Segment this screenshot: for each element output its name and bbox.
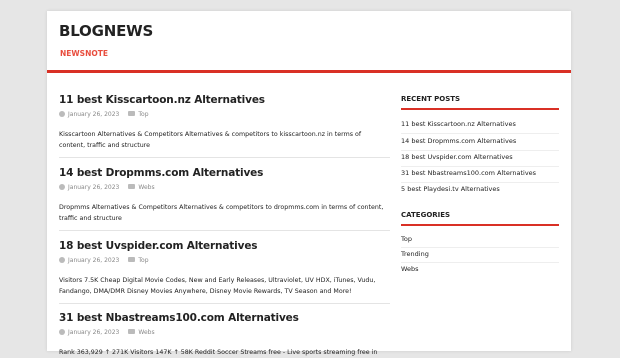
page-container: BLOGNEWS NEWSNOTE 11 best Kisscartoon.nz…	[47, 11, 571, 356]
clock-icon	[59, 110, 65, 117]
site-title[interactable]: BLOGNEWS	[59, 22, 153, 40]
list-separator	[401, 247, 559, 248]
post-date[interactable]: January 26, 2023	[68, 111, 119, 118]
clock-icon	[59, 328, 65, 335]
header-divider	[47, 70, 571, 73]
post-divider	[59, 230, 390, 231]
post-excerpt: Visitors 7.5K Cheap Digital Movie Codes,…	[59, 277, 376, 295]
post-title-link[interactable]: 11 best Kisscartoon.nz Alternatives	[59, 94, 265, 106]
clock-icon	[59, 256, 65, 263]
post-category-link[interactable]: Top	[138, 257, 148, 264]
category-link[interactable]: Top	[401, 235, 412, 243]
post-title-link[interactable]: 14 best Dropmms.com Alternatives	[59, 167, 263, 179]
category-link[interactable]: Trending	[401, 250, 429, 258]
post-excerpt: Kisscartoon Alternatives & Competitors A…	[59, 131, 362, 149]
post-date[interactable]: January 26, 2023	[68, 184, 119, 191]
list-separator	[401, 166, 559, 167]
post-meta: January 26, 2023 Webs	[59, 183, 155, 196]
clock-icon	[59, 183, 65, 190]
recent-post-link[interactable]: 5 best Playdesi.tv Alternatives	[401, 185, 500, 193]
widget-title-bar	[401, 108, 559, 110]
recent-post-link[interactable]: 18 best Uvspider.com Alternatives	[401, 153, 513, 161]
category-link[interactable]: Webs	[401, 265, 419, 273]
recent-posts-heading: RECENT POSTS	[401, 95, 461, 103]
post-meta: January 26, 2023 Top	[59, 110, 149, 123]
post-category-link[interactable]: Webs	[138, 184, 154, 191]
folder-icon	[128, 257, 136, 262]
post-category-link[interactable]: Webs	[138, 329, 154, 336]
post-divider	[59, 157, 390, 158]
post-date[interactable]: January 26, 2023	[68, 329, 119, 336]
list-separator	[401, 262, 559, 263]
list-separator	[401, 182, 559, 183]
site-tagline: NEWSNOTE	[60, 49, 108, 58]
recent-post-link[interactable]: 14 best Dropmms.com Alternatives	[401, 137, 516, 145]
folder-icon	[128, 184, 136, 189]
post-meta: January 26, 2023 Top	[59, 256, 149, 269]
list-separator	[401, 150, 559, 151]
folder-icon	[128, 329, 136, 334]
post-excerpt: Dropmms Alternatives & Competitors Alter…	[59, 204, 384, 222]
recent-post-link[interactable]: 31 best Nbastreams100.com Alternatives	[401, 169, 536, 177]
folder-icon	[128, 111, 136, 116]
post-category-link[interactable]: Top	[138, 111, 148, 118]
post-divider	[59, 303, 390, 304]
post-date[interactable]: January 26, 2023	[68, 257, 119, 264]
categories-heading: CATEGORIES	[401, 211, 451, 219]
post-title-link[interactable]: 18 best Uvspider.com Alternatives	[59, 240, 258, 252]
post-title-link[interactable]: 31 best Nbastreams100.com Alternatives	[59, 312, 299, 324]
recent-post-link[interactable]: 11 best Kisscartoon.nz Alternatives	[401, 120, 516, 128]
list-separator	[401, 133, 559, 134]
post-meta: January 26, 2023 Webs	[59, 328, 155, 341]
widget-title-bar	[401, 224, 559, 226]
post-excerpt: Rank 363,929 ↑ 271K Visitors 147K ↑ 58K …	[59, 349, 378, 356]
